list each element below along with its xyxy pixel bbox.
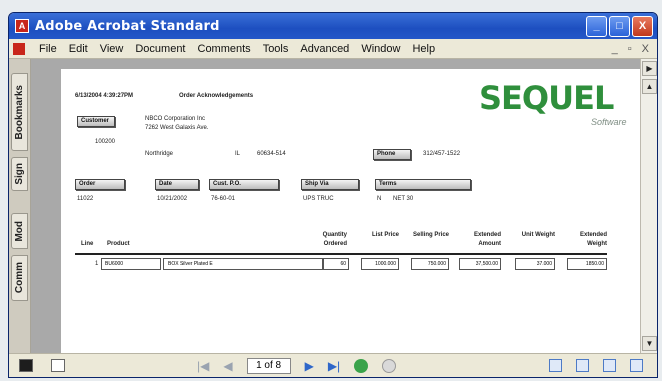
customer-number: 100200: [95, 139, 116, 145]
menu-view[interactable]: View: [94, 43, 130, 55]
row-extended-amount: 37,500.00: [459, 258, 501, 270]
last-page-icon[interactable]: ▶|: [328, 359, 340, 373]
menu-document[interactable]: Document: [129, 43, 191, 55]
row-product: BU6000: [101, 258, 161, 270]
menu-advanced[interactable]: Advanced: [294, 43, 355, 55]
date-label: Date: [155, 179, 199, 190]
window-title: Adobe Acrobat Standard: [35, 18, 220, 34]
col-unit-weight: Unit Weight: [521, 232, 555, 238]
acrobat-icon: A: [15, 19, 29, 33]
continuous-facing-view-icon[interactable]: [630, 359, 643, 372]
row-selling-price: 750.000: [411, 258, 449, 270]
menu-edit[interactable]: Edit: [63, 43, 94, 55]
sequel-logo-sub: Software: [591, 117, 627, 127]
col-list-price: List Price: [371, 232, 399, 238]
date-value: 10/21/2002: [157, 196, 188, 202]
ship-via-value: UPS TRUC: [303, 196, 334, 202]
menu-comments[interactable]: Comments: [192, 43, 257, 55]
phone-label: Phone: [373, 149, 411, 160]
row-description: BOX Silver Plated E: [163, 258, 323, 270]
order-label: Order: [75, 179, 125, 190]
menu-bar: File Edit View Document Comments Tools A…: [9, 39, 657, 59]
terms-label: Terms: [375, 179, 471, 190]
page-nav-arrow-icon[interactable]: ▶: [642, 61, 657, 76]
customer-zip: 60634-514: [257, 151, 286, 157]
menu-tools[interactable]: Tools: [257, 43, 295, 55]
col-line: Line: [81, 241, 94, 247]
document-icon[interactable]: [13, 42, 25, 55]
next-page-icon[interactable]: ▶: [305, 359, 314, 373]
row-unit-weight: 37.000: [515, 258, 555, 270]
row-extended-weight: 1850.00: [567, 258, 607, 270]
status-bar: |◀ ◀ 1 of 8 ▶ ▶|: [9, 353, 657, 377]
scroll-down-icon[interactable]: ▼: [642, 336, 657, 351]
table-rule: [75, 253, 607, 255]
phone-value: 312/457-1522: [423, 151, 461, 157]
save-icon[interactable]: [19, 359, 33, 372]
navigation-tabs: Bookmarks Sign Mod Comm: [9, 59, 31, 353]
doc-restore-button[interactable]: ▫: [628, 43, 632, 55]
go-forward-icon[interactable]: [354, 358, 369, 373]
col-product: Product: [107, 241, 130, 247]
report-title: Order Acknowledgements: [179, 93, 254, 99]
customer-name: NBCO Corporation Inc: [145, 116, 206, 122]
menu-file[interactable]: File: [33, 43, 63, 55]
col-selling-price: Selling Price: [412, 232, 449, 238]
cust-po-value: 76-60-01: [211, 196, 236, 202]
acrobat-window: A Adobe Acrobat Standard _ □ X File Edit…: [8, 12, 658, 378]
pdf-page: 6/13/2004 4:39:27PM Order Acknowledgemen…: [61, 69, 651, 359]
col-quantity: Quantity Ordered: [322, 232, 347, 247]
scroll-up-icon[interactable]: ▲: [642, 79, 657, 94]
doc-close-button[interactable]: X: [642, 43, 649, 55]
vertical-scrollbar[interactable]: ▶ ▲ ▼: [640, 59, 657, 353]
report-date: 6/13/2004 4:39:27PM: [75, 93, 134, 99]
minimize-button[interactable]: _: [586, 15, 607, 37]
tab-bookmarks[interactable]: Bookmarks: [11, 73, 28, 151]
terms-value: NET 30: [393, 196, 414, 202]
doc-minimize-button[interactable]: _: [612, 43, 618, 55]
close-button[interactable]: X: [632, 15, 653, 37]
menu-help[interactable]: Help: [406, 43, 441, 55]
col-extended-weight: Extended Weight: [579, 232, 607, 247]
customer-address: 7262 West Galaxis Ave.: [145, 125, 209, 131]
page-number-field[interactable]: 1 of 8: [246, 357, 291, 374]
row-line: 1: [95, 261, 99, 267]
tab-comm[interactable]: Comm: [11, 255, 28, 301]
row-list-price: 1000.000: [361, 258, 399, 270]
row-qty: 60: [323, 258, 349, 270]
previous-page-icon[interactable]: ◀: [223, 359, 232, 373]
tab-sign[interactable]: Sign: [11, 157, 28, 191]
go-back-icon[interactable]: [382, 358, 397, 373]
document-area: 6/13/2004 4:39:27PM Order Acknowledgemen…: [31, 59, 657, 359]
order-value: 11022: [77, 196, 94, 202]
tab-mod[interactable]: Mod: [11, 213, 28, 249]
ship-via-label: Ship Via: [301, 179, 359, 190]
sequel-logo: SEQUEL: [479, 79, 614, 117]
page-icon[interactable]: [51, 359, 65, 372]
customer-state: IL: [235, 151, 241, 157]
maximize-button[interactable]: □: [609, 15, 630, 37]
continuous-view-icon[interactable]: [576, 359, 589, 372]
menu-window[interactable]: Window: [355, 43, 406, 55]
customer-city: Northridge: [145, 151, 174, 157]
col-extended-amount: Extended Amount: [473, 232, 501, 247]
title-bar[interactable]: A Adobe Acrobat Standard _ □ X: [9, 13, 657, 39]
first-page-icon[interactable]: |◀: [197, 359, 209, 373]
customer-label: Customer: [77, 116, 115, 127]
facing-view-icon[interactable]: [603, 359, 616, 372]
single-page-view-icon[interactable]: [549, 359, 562, 372]
terms-code: N: [377, 196, 382, 202]
cust-po-label: Cust. P.O.: [209, 179, 279, 190]
